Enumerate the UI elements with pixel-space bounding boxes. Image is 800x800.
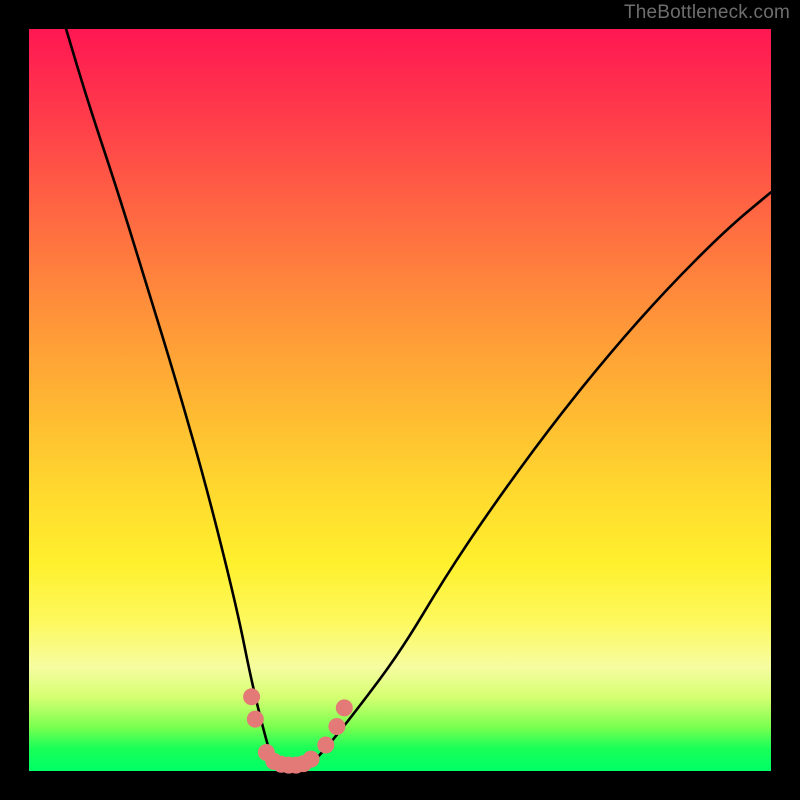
- outer-frame: TheBottleneck.com: [0, 0, 800, 800]
- plot-gradient-area: [29, 29, 771, 771]
- watermark-text: TheBottleneck.com: [624, 2, 790, 24]
